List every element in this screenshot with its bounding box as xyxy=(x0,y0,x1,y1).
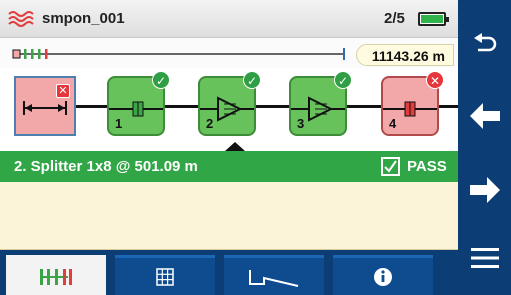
link-element-4[interactable]: 4 ✕ xyxy=(381,71,444,136)
selected-element-label: 2. Splitter 1x8 @ 501.09 m xyxy=(14,158,198,175)
mini-link-map[interactable] xyxy=(12,46,352,62)
page-indicator: 2/5 xyxy=(384,10,405,27)
trace-icon xyxy=(249,269,299,287)
element-number: 3 xyxy=(297,116,305,131)
pass-checkbox-icon xyxy=(381,157,400,176)
previous-event-icon xyxy=(469,103,500,129)
menu-icon xyxy=(470,248,499,268)
pass-badge-icon: ✓ xyxy=(243,71,261,89)
olts-link-map-screen: smpon_001 2/5 11143.26 m ✕ 1 ✓ 2 ✓ 3 ✓ 4… xyxy=(0,0,511,295)
link-element-1[interactable]: 1 ✓ xyxy=(107,71,170,136)
back-icon xyxy=(473,33,496,52)
selected-element-bar[interactable]: 2. Splitter 1x8 @ 501.09 m PASS xyxy=(0,151,458,182)
pass-badge-icon: ✓ xyxy=(334,71,352,89)
link-overview: 11143.26 m xyxy=(0,38,458,68)
link-element-strip: ✕ 1 ✓ 2 ✓ 3 ✓ 4 ✕ xyxy=(0,68,458,150)
side-control-bar xyxy=(458,0,511,295)
element-number: 1 xyxy=(115,116,123,131)
selection-pointer-icon xyxy=(225,142,245,151)
element-number: 4 xyxy=(389,116,397,131)
fail-badge-icon: ✕ xyxy=(426,71,444,89)
next-event-icon xyxy=(469,177,500,203)
total-distance: 11143.26 m xyxy=(356,44,454,66)
title-bar: smpon_001 2/5 xyxy=(0,0,458,38)
element-details-panel xyxy=(0,182,458,250)
wave-logo-icon xyxy=(8,11,34,27)
tab-table[interactable] xyxy=(115,255,215,295)
back-button[interactable] xyxy=(458,20,511,68)
next-event-button[interactable] xyxy=(458,166,511,214)
page-title: smpon_001 xyxy=(42,10,125,27)
menu-button[interactable] xyxy=(458,234,511,282)
battery-icon xyxy=(418,12,449,26)
link-element-3[interactable]: 3 ✓ xyxy=(289,71,352,136)
link-view-icon xyxy=(40,268,72,285)
launch-cable-element[interactable]: ✕ xyxy=(14,76,76,136)
info-icon xyxy=(374,267,392,286)
total-distance-value: 11143.26 m xyxy=(371,48,445,64)
tab-info[interactable] xyxy=(333,255,433,295)
bottom-tab-bar xyxy=(0,250,458,295)
previous-event-button[interactable] xyxy=(458,92,511,140)
fail-badge-icon: ✕ xyxy=(56,84,70,98)
link-element-2[interactable]: 2 ✓ xyxy=(198,71,261,136)
tab-trace[interactable] xyxy=(224,255,324,295)
table-icon xyxy=(156,267,174,286)
pass-status-label: PASS xyxy=(407,158,447,175)
pass-badge-icon: ✓ xyxy=(152,71,170,89)
tab-link-view[interactable] xyxy=(6,255,106,295)
element-number: 2 xyxy=(206,116,214,131)
